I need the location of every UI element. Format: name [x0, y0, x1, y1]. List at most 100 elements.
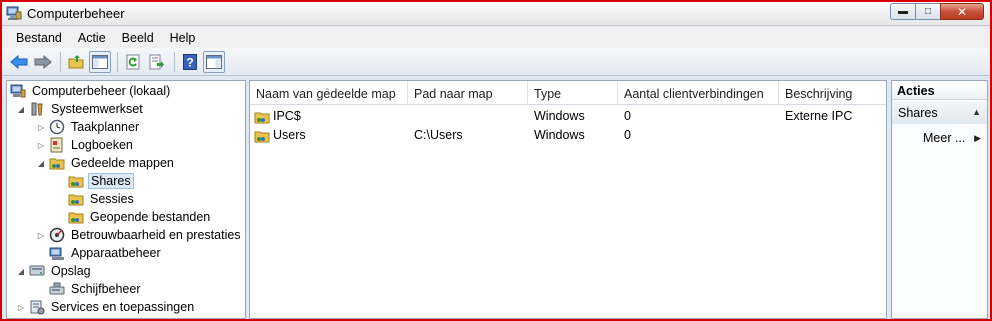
maximize-button[interactable]: □: [915, 3, 941, 20]
window-controls: ▬ □ ✕: [890, 3, 984, 21]
cell-connections: 0: [624, 128, 631, 142]
title-bar: Computerbeheer ▬ □ ✕: [2, 2, 990, 26]
refresh-button[interactable]: [122, 51, 144, 73]
tree-node-systeemwerkset[interactable]: ◢ Systeemwerkset: [16, 100, 145, 118]
collapse-up-icon[interactable]: ▲: [972, 107, 981, 117]
tree-node-betrouwbaarheid[interactable]: ▷ Betrouwbaarheid en prestaties: [36, 226, 243, 244]
tree-node-label: Services en toepassingen: [51, 300, 195, 314]
computer-management-icon: [6, 6, 22, 20]
cell-type: Windows: [534, 109, 585, 123]
collapsed-triangle-icon[interactable]: ▷: [36, 122, 46, 132]
tree-node-opslag[interactable]: ◢ Opslag: [16, 262, 93, 280]
help-button[interactable]: ?: [179, 51, 201, 73]
device-manager-icon: [49, 245, 65, 261]
tree-node-label: Schijfbeheer: [71, 282, 141, 296]
tree-node-apparaatbeheer[interactable]: Apparaatbeheer: [49, 244, 163, 262]
window-title: Computerbeheer: [27, 6, 125, 21]
tree-node-label: Systeemwerkset: [51, 102, 143, 116]
show-tree-button[interactable]: [89, 50, 111, 73]
show-action-pane-button[interactable]: [203, 50, 225, 73]
collapsed-triangle-icon[interactable]: ▷: [36, 140, 46, 150]
share-name: IPC$: [273, 109, 301, 123]
export-list-button[interactable]: [146, 51, 168, 73]
cell-type: Windows: [534, 128, 585, 142]
arrow-right-icon: [34, 54, 52, 69]
arrow-left-icon: [10, 54, 28, 69]
cell-connections: 0: [624, 109, 631, 123]
cell-description: Externe IPC: [785, 109, 853, 123]
shares-list-view: ⌃ Naam van gedeelde map Pad naar map Typ…: [249, 80, 887, 319]
column-header-label: Type: [534, 87, 562, 101]
tree-node-geopende-bestanden[interactable]: Geopende bestanden: [68, 208, 212, 226]
menu-actie[interactable]: Actie: [70, 29, 114, 47]
performance-icon: [49, 227, 65, 243]
sort-ascending-icon: ⌃: [324, 87, 331, 96]
column-header-label: Pad naar map: [414, 87, 493, 101]
tree-node-label: Logboeken: [71, 138, 133, 152]
action-more-label: Meer ...: [923, 131, 966, 145]
computer-icon: [10, 83, 26, 99]
collapsed-triangle-icon[interactable]: ▷: [36, 230, 46, 240]
clock-icon: [49, 119, 65, 135]
tree-node-label: Taakplanner: [71, 120, 140, 134]
back-button[interactable]: [8, 51, 30, 73]
tree-node-shares[interactable]: Shares: [68, 172, 134, 190]
menu-help[interactable]: Help: [162, 29, 204, 47]
actions-section-label: Shares: [898, 106, 938, 120]
tree-node-label: Betrouwbaarheid en prestaties: [71, 228, 241, 242]
eventlog-icon: [49, 137, 65, 153]
expanded-triangle-icon[interactable]: ◢: [16, 266, 26, 276]
toolbar-separator: [60, 51, 61, 72]
shared-folder-icon: [254, 128, 270, 144]
actions-pane: Acties Shares ▲ Meer ... ▶: [891, 80, 988, 319]
tree-node-label: Shares: [88, 173, 134, 189]
tree-node-schijfbeheer[interactable]: Schijfbeheer: [49, 280, 143, 298]
collapsed-triangle-icon[interactable]: ▷: [16, 302, 26, 312]
tree-node-sessies[interactable]: Sessies: [68, 190, 136, 208]
tools-icon: [29, 101, 45, 117]
column-header-label: Aantal clientverbindingen: [624, 87, 764, 101]
menu-beeld[interactable]: Beeld: [114, 29, 162, 47]
cell-name: IPC$: [254, 107, 301, 126]
menu-bestand[interactable]: Bestand: [8, 29, 70, 47]
export-icon: [149, 54, 164, 69]
tree-node-taakplanner[interactable]: ▷ Taakplanner: [36, 118, 141, 136]
column-header-name[interactable]: ⌃ Naam van gedeelde map: [250, 81, 408, 105]
tree-node-label: Computerbeheer (lokaal): [32, 84, 171, 98]
tree-node-services[interactable]: ▷ Services en toepassingen: [16, 298, 196, 316]
submenu-arrow-icon: ▶: [974, 133, 981, 143]
tree-node-computerbeheer[interactable]: Computerbeheer (lokaal): [10, 82, 172, 100]
action-pane-icon: [206, 54, 222, 69]
forward-button[interactable]: [32, 51, 54, 73]
storage-icon: [29, 263, 45, 279]
menu-bar: Bestand Actie Beeld Help: [2, 27, 990, 48]
action-more[interactable]: Meer ... ▶: [892, 129, 987, 147]
table-row[interactable]: Users C:\Users Windows 0: [250, 126, 886, 145]
up-folder-button[interactable]: [65, 51, 87, 73]
column-header-type[interactable]: Type: [528, 81, 618, 105]
toolbar: ?: [2, 48, 990, 76]
cell-name: Users: [254, 126, 306, 145]
tree-node-logboeken[interactable]: ▷ Logboeken: [36, 136, 135, 154]
list-header: ⌃ Naam van gedeelde map Pad naar map Typ…: [250, 81, 886, 105]
minimize-button[interactable]: ▬: [890, 3, 916, 20]
actions-section-shares[interactable]: Shares ▲: [892, 102, 987, 124]
column-header-path[interactable]: Pad naar map: [408, 81, 528, 105]
expanded-triangle-icon[interactable]: ◢: [36, 158, 46, 168]
column-header-description[interactable]: Beschrijving: [779, 81, 886, 105]
svg-text:?: ?: [186, 55, 193, 69]
tree-node-label: Apparaatbeheer: [71, 246, 161, 260]
shared-folder-icon: [254, 109, 270, 125]
tree-node-label: Gedeelde mappen: [71, 156, 174, 170]
close-button[interactable]: ✕: [940, 3, 984, 20]
tree-node-gedeelde-mappen[interactable]: ◢ Gedeelde mappen: [36, 154, 176, 172]
folder-up-icon: [68, 54, 84, 68]
table-row[interactable]: IPC$ Windows 0 Externe IPC: [250, 107, 886, 126]
column-header-connections[interactable]: Aantal clientverbindingen: [618, 81, 779, 105]
tree-node-label: Opslag: [51, 264, 91, 278]
actions-title: Acties: [892, 81, 987, 100]
shared-folder-icon: [68, 209, 84, 225]
refresh-icon: [126, 54, 140, 69]
services-icon: [29, 299, 45, 315]
expanded-triangle-icon[interactable]: ◢: [16, 104, 26, 114]
